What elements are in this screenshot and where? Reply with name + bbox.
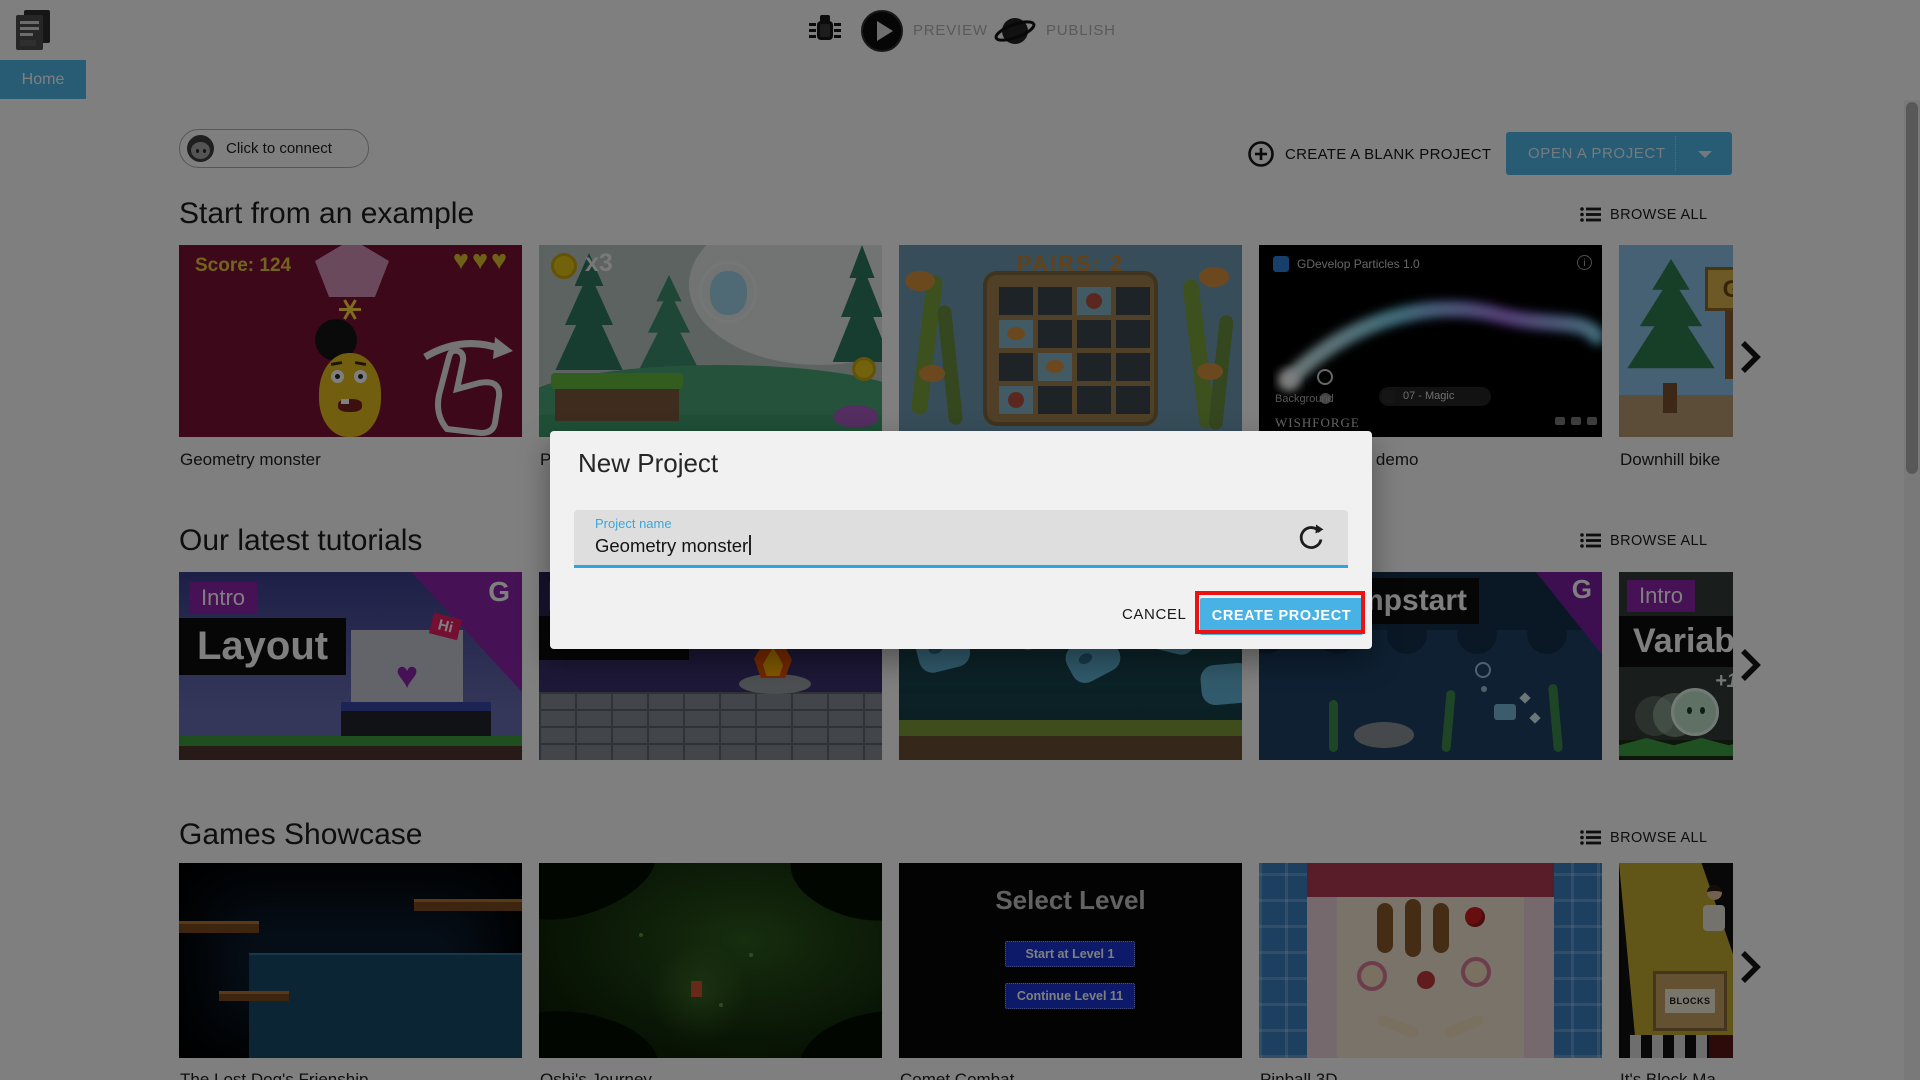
create-project-button[interactable]: CREATE PROJECT [1200, 598, 1363, 635]
text-cursor [749, 535, 751, 555]
dialog-title: New Project [578, 448, 719, 478]
new-project-dialog: New Project Project name Geometry monste… [550, 431, 1372, 649]
gdevelop-window: PREVIEW PUBLISH Home Click to connect CR… [0, 0, 1920, 1080]
cancel-button[interactable]: CANCEL [1122, 606, 1186, 623]
project-name-field[interactable]: Project name Geometry monster [574, 510, 1348, 568]
refresh-icon[interactable] [1296, 523, 1326, 553]
project-name-label: Project name [595, 516, 672, 531]
project-name-value[interactable]: Geometry monster [595, 535, 751, 557]
